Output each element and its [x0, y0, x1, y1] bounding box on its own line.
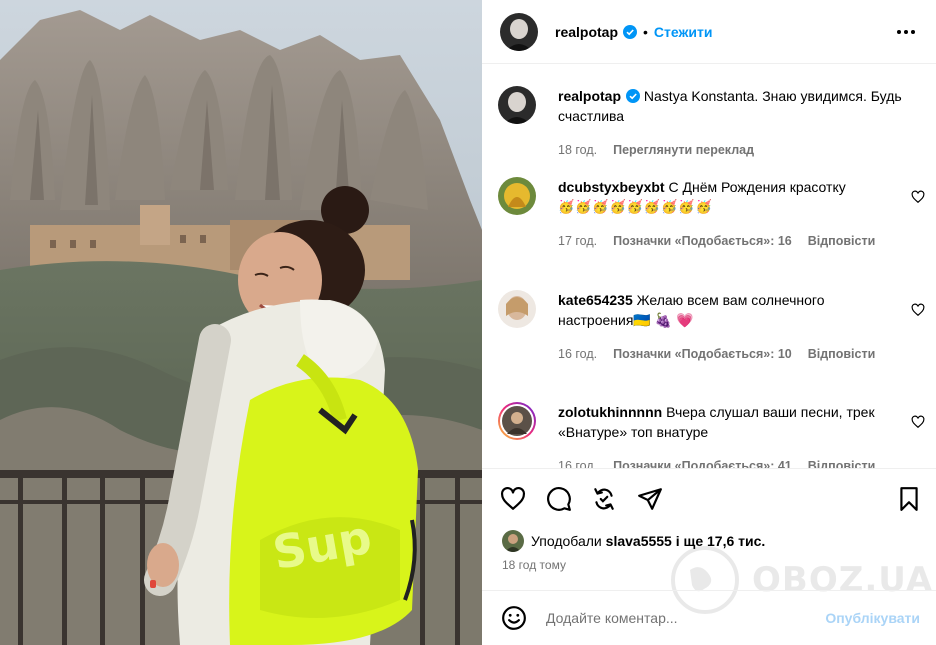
comment-avatar[interactable]: [498, 177, 536, 215]
follow-button[interactable]: Стежити: [654, 24, 713, 40]
post-header: realpotap • Стежити: [482, 0, 936, 64]
more-options-icon[interactable]: [896, 22, 916, 42]
verified-badge-icon: [623, 24, 638, 39]
verified-badge-icon: [626, 89, 641, 103]
separator-dot: •: [643, 23, 648, 40]
likes-summary: Уподобали slava5555 і ще 17,6 тис.: [502, 530, 765, 552]
post-side-panel: realpotap • Стежити realpotap Nastya Kon…: [482, 0, 936, 645]
repost-icon[interactable]: [591, 486, 617, 512]
comment-heart-icon[interactable]: [911, 190, 925, 204]
caption-time[interactable]: 18 год.: [558, 140, 597, 160]
comment-avatar-story[interactable]: [498, 402, 536, 440]
comment-heart-icon[interactable]: [911, 303, 925, 317]
emoji-icon[interactable]: [501, 605, 527, 631]
post-photo: Sup: [0, 0, 482, 645]
comment-avatar-image: [498, 290, 536, 328]
comment-time[interactable]: 16 год.: [558, 456, 597, 468]
see-translation-link[interactable]: Переглянути переклад: [613, 140, 754, 160]
comment-username[interactable]: zolotukhinnnnn: [558, 404, 662, 420]
post-action-bar: [482, 468, 936, 530]
comment-time[interactable]: 17 год.: [558, 231, 597, 251]
liker-avatar[interactable]: [502, 530, 524, 552]
reply-button[interactable]: Відповісти: [808, 456, 876, 468]
likes-count[interactable]: і ще 17,6 тис.: [676, 533, 766, 549]
heart-icon[interactable]: [500, 486, 526, 512]
comments-list[interactable]: realpotap Nastya Konstanta. Знаю увидимс…: [482, 65, 936, 468]
comment-avatar-image: [500, 404, 534, 438]
author-avatar-image: [500, 12, 538, 51]
author-avatar[interactable]: [500, 12, 538, 51]
liker-username[interactable]: slava5555: [606, 533, 672, 549]
comment-heart-icon[interactable]: [911, 415, 925, 429]
likes-prefix: Уподобали: [531, 533, 602, 549]
caption-avatar-image: [498, 86, 536, 124]
comment-input[interactable]: [546, 610, 796, 626]
author-username[interactable]: realpotap: [555, 24, 618, 40]
comment-likes[interactable]: Позначки «Подобається»: 41: [613, 456, 792, 468]
post-timestamp[interactable]: 18 год тому: [502, 558, 566, 572]
comment-username[interactable]: dcubstyxbeyxbt: [558, 179, 665, 195]
reply-button[interactable]: Відповісти: [808, 231, 876, 251]
comment-username[interactable]: kate654235: [558, 292, 633, 308]
comment-likes[interactable]: Позначки «Подобається»: 16: [613, 231, 792, 251]
publish-button[interactable]: Опублікувати: [825, 610, 920, 626]
share-icon[interactable]: [637, 486, 663, 512]
photo-image: Sup: [0, 0, 482, 645]
caption-author-avatar[interactable]: [498, 86, 536, 124]
liker-avatar-image: [502, 530, 524, 552]
comment-icon[interactable]: [546, 486, 572, 512]
comment-avatar[interactable]: [498, 290, 536, 328]
comment-emoji: 🥳🥳🥳🥳🥳🥳🥳🥳🥳: [558, 199, 713, 214]
caption-username[interactable]: realpotap: [558, 88, 621, 104]
bookmark-icon[interactable]: [896, 486, 922, 512]
comment-avatar-image: [498, 177, 536, 215]
reply-button[interactable]: Відповісти: [808, 344, 876, 364]
comment-time[interactable]: 16 год.: [558, 344, 597, 364]
add-comment-bar: Опублікувати: [482, 590, 936, 645]
comment-likes[interactable]: Позначки «Подобається»: 10: [613, 344, 792, 364]
comment-text: С Днём Рождения красотку: [668, 179, 846, 195]
